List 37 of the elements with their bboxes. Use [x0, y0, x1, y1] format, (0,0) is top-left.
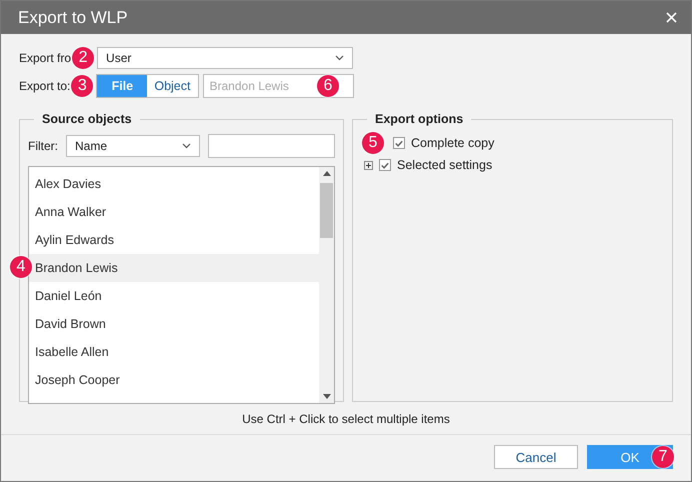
filter-label: Filter:	[28, 139, 59, 153]
list-item[interactable]: David Brown	[29, 310, 319, 338]
panel-title: Source objects	[41, 112, 133, 126]
callout-badge: 7	[652, 446, 674, 468]
list-item[interactable]: Brandon Lewis	[29, 254, 319, 282]
list-item[interactable]: Alex Davies	[29, 170, 319, 198]
callout-badge: 3	[71, 75, 94, 97]
chevron-icon	[335, 55, 344, 61]
field-label: Export to:	[19, 79, 70, 93]
panel-title: Export options	[374, 112, 464, 126]
list-item[interactable]: Isabelle Allen	[29, 338, 319, 366]
scroll-up-icon[interactable]	[322, 171, 330, 176]
expand-icon[interactable]	[364, 160, 373, 170]
scroll-thumb[interactable]	[320, 182, 333, 238]
callout-badge: 2	[72, 47, 94, 69]
checkbox-label: Complete copy	[411, 136, 494, 150]
field-label: Export fro	[19, 51, 72, 65]
scrollbar[interactable]	[319, 167, 334, 403]
checkbox-label: Selected settings	[397, 158, 492, 172]
checkbox[interactable]	[393, 137, 405, 149]
close-icon[interactable]	[666, 12, 677, 23]
checkbox[interactable]	[379, 159, 391, 171]
chevron-icon	[182, 143, 191, 149]
list-item[interactable]: Anna Walker	[29, 198, 319, 226]
callout-badge: 4	[10, 256, 32, 278]
list-item[interactable]: Joseph Cooper	[29, 366, 319, 394]
export-from-dropdown[interactable]: User	[97, 47, 354, 69]
hint-text: Use Ctrl + Click to select multiple items	[241, 412, 451, 426]
cancel-button[interactable]: Cancel	[494, 445, 578, 469]
callout-badge: 5	[362, 132, 384, 154]
list-item[interactable]: Aylin Edwards	[29, 226, 319, 254]
ok-button[interactable]: OK 7	[587, 445, 673, 469]
filter-field[interactable]	[208, 134, 335, 158]
list-item[interactable]: Daniel León	[29, 282, 319, 310]
window-title: Export to WLP	[18, 8, 128, 28]
scroll-down-icon[interactable]	[322, 394, 330, 399]
filter-dropdown[interactable]: Name	[66, 135, 200, 157]
